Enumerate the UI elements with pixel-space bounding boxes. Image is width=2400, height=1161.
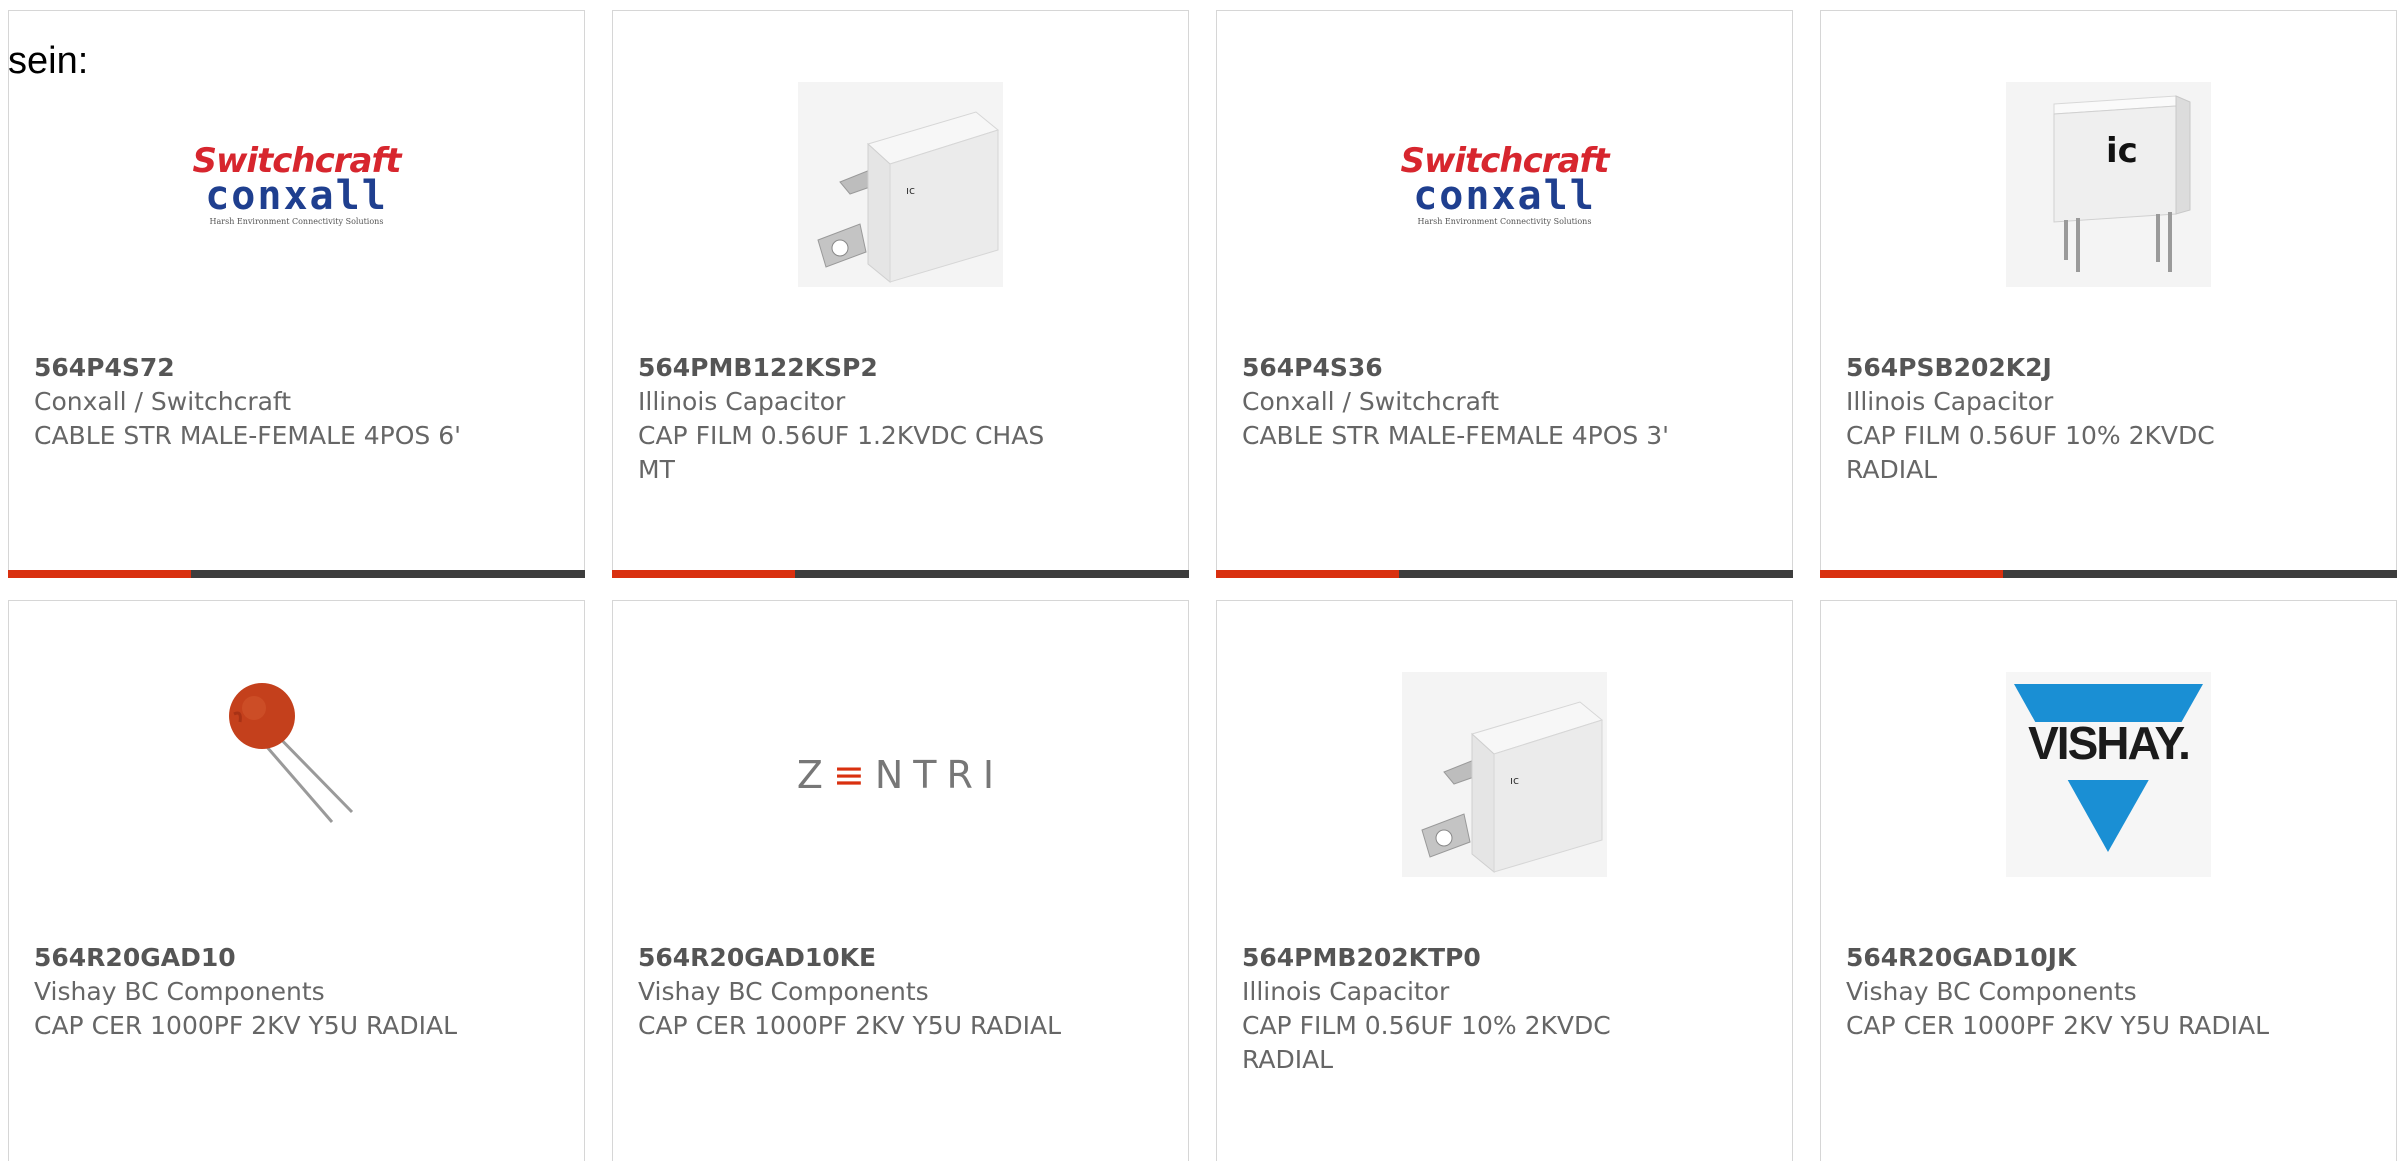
logo-text: conxall [1413,172,1596,219]
part-number-link[interactable]: 564PMB202KTP0 [1242,941,1692,975]
manufacturer: Conxall / Switchcraft [34,387,292,416]
product-card[interactable]: 564R20GAD10 Vishay BC Components CAP CER… [8,600,585,1161]
logo-text: Z [796,752,833,797]
card-accent-bar [1820,570,2003,578]
logo-text: ≡ [832,752,875,797]
switchcraft-conxall-logo: Switchcraft conxall Harsh Environment Co… [192,144,401,226]
svg-text:ıc: ıc [1510,774,1519,787]
manufacturer: Conxall / Switchcraft [1242,387,1500,416]
description: CAP FILM 0.56UF 10% 2KVDC RADIAL [1846,421,2215,484]
product-card[interactable]: Switchcraft conxall Harsh Environment Co… [1216,10,1793,578]
vishay-triangle-icon [2006,672,2211,877]
product-image[interactable]: Z≡NTRI [613,667,1188,882]
part-number-link[interactable]: 564PSB202K2J [1846,351,2296,385]
manufacturer: Illinois Capacitor [638,387,846,416]
product-card[interactable]: ic 564PSB202K2J Illinois Capacitor CAP F… [1820,10,2397,578]
intro-text: sein: [8,40,89,82]
logo-text: conxall [205,172,388,219]
ceramic-disc-capacitor-photo [229,683,354,823]
product-info: 564R20GAD10JK Vishay BC Components CAP C… [1846,941,2296,1043]
product-image[interactable]: ic [1821,77,2396,292]
part-number-link[interactable]: 564P4S72 [34,351,484,385]
product-info: 564PMB122KSP2 Illinois Capacitor CAP FIL… [638,351,1088,487]
manufacturer: Illinois Capacitor [1242,977,1450,1006]
card-footer-bar [1820,570,2397,578]
description: CAP CER 1000PF 2KV Y5U RADIAL [1846,1011,2270,1040]
part-number-link[interactable]: 564R20GAD10JK [1846,941,2296,975]
product-card[interactable]: ıc 564PMB202KTP0 Illinois Capacitor CAP … [1216,600,1793,1161]
product-card[interactable]: VISHAY. 564R20GAD10JK Vishay BC Componen… [1820,600,2397,1161]
switchcraft-conxall-logo: Switchcraft conxall Harsh Environment Co… [1400,144,1609,226]
card-footer-bar [8,570,585,578]
chassis-mount-capacitor-photo: ıc [1402,672,1607,877]
part-number-link[interactable]: 564PMB122KSP2 [638,351,1088,385]
product-info: 564PMB202KTP0 Illinois Capacitor CAP FIL… [1242,941,1692,1077]
logo-text: NTRI [874,752,1005,797]
product-info: 564PSB202K2J Illinois Capacitor CAP FILM… [1846,351,2296,487]
ic-mark: ic [2106,131,2138,171]
radial-film-capacitor-photo: ic [2006,82,2211,287]
manufacturer: Illinois Capacitor [1846,387,2054,416]
vishay-logo: VISHAY. [2006,672,2211,877]
part-number-link[interactable]: 564R20GAD10 [34,941,484,975]
product-grid-page: sein: Switchcraft conxall Harsh Environm… [0,0,2400,1161]
product-image[interactable] [9,667,584,882]
description: CAP CER 1000PF 2KV Y5U RADIAL [34,1011,458,1040]
card-accent-bar [8,570,191,578]
part-number-link[interactable]: 564P4S36 [1242,351,1692,385]
product-image[interactable]: ıc [1217,667,1792,882]
product-image[interactable]: Switchcraft conxall Harsh Environment Co… [9,77,584,292]
manufacturer: Vishay BC Components [34,977,325,1006]
description: CAP CER 1000PF 2KV Y5U RADIAL [638,1011,1062,1040]
description: CABLE STR MALE-FEMALE 4POS 3' [1242,421,1670,450]
product-info: 564P4S36 Conxall / Switchcraft CABLE STR… [1242,351,1692,453]
product-grid: Switchcraft conxall Harsh Environment Co… [8,10,2399,1161]
chassis-mount-capacitor-photo: ıc [798,82,1003,287]
product-info: 564P4S72 Conxall / Switchcraft CABLE STR… [34,351,484,453]
description: CABLE STR MALE-FEMALE 4POS 6' [34,421,462,450]
product-image[interactable]: ıc [613,77,1188,292]
svg-text:ıc: ıc [906,184,915,197]
card-accent-bar [1216,570,1399,578]
product-info: 564R20GAD10KE Vishay BC Components CAP C… [638,941,1088,1043]
logo-tagline: Harsh Environment Connectivity Solutions [1417,216,1592,226]
product-card[interactable]: Switchcraft conxall Harsh Environment Co… [8,10,585,578]
logo-text: VISHAY. [2028,717,2191,769]
logo-tagline: Harsh Environment Connectivity Solutions [209,216,384,226]
product-image[interactable]: VISHAY. [1821,667,2396,882]
product-card[interactable]: Z≡NTRI 564R20GAD10KE Vishay BC Component… [612,600,1189,1161]
part-number-link[interactable]: 564R20GAD10KE [638,941,1088,975]
manufacturer: Vishay BC Components [1846,977,2137,1006]
product-image[interactable]: Switchcraft conxall Harsh Environment Co… [1217,77,1792,292]
card-accent-bar [612,570,795,578]
zentri-logo: Z≡NTRI [797,753,1004,797]
card-footer-bar [1216,570,1793,578]
product-info: 564R20GAD10 Vishay BC Components CAP CER… [34,941,484,1043]
manufacturer: Vishay BC Components [638,977,929,1006]
product-card[interactable]: ıc 564PMB122KSP2 Illinois Capacitor CAP … [612,10,1189,578]
description: CAP FILM 0.56UF 1.2KVDC CHAS MT [638,421,1045,484]
card-footer-bar [612,570,1189,578]
description: CAP FILM 0.56UF 10% 2KVDC RADIAL [1242,1011,1611,1074]
